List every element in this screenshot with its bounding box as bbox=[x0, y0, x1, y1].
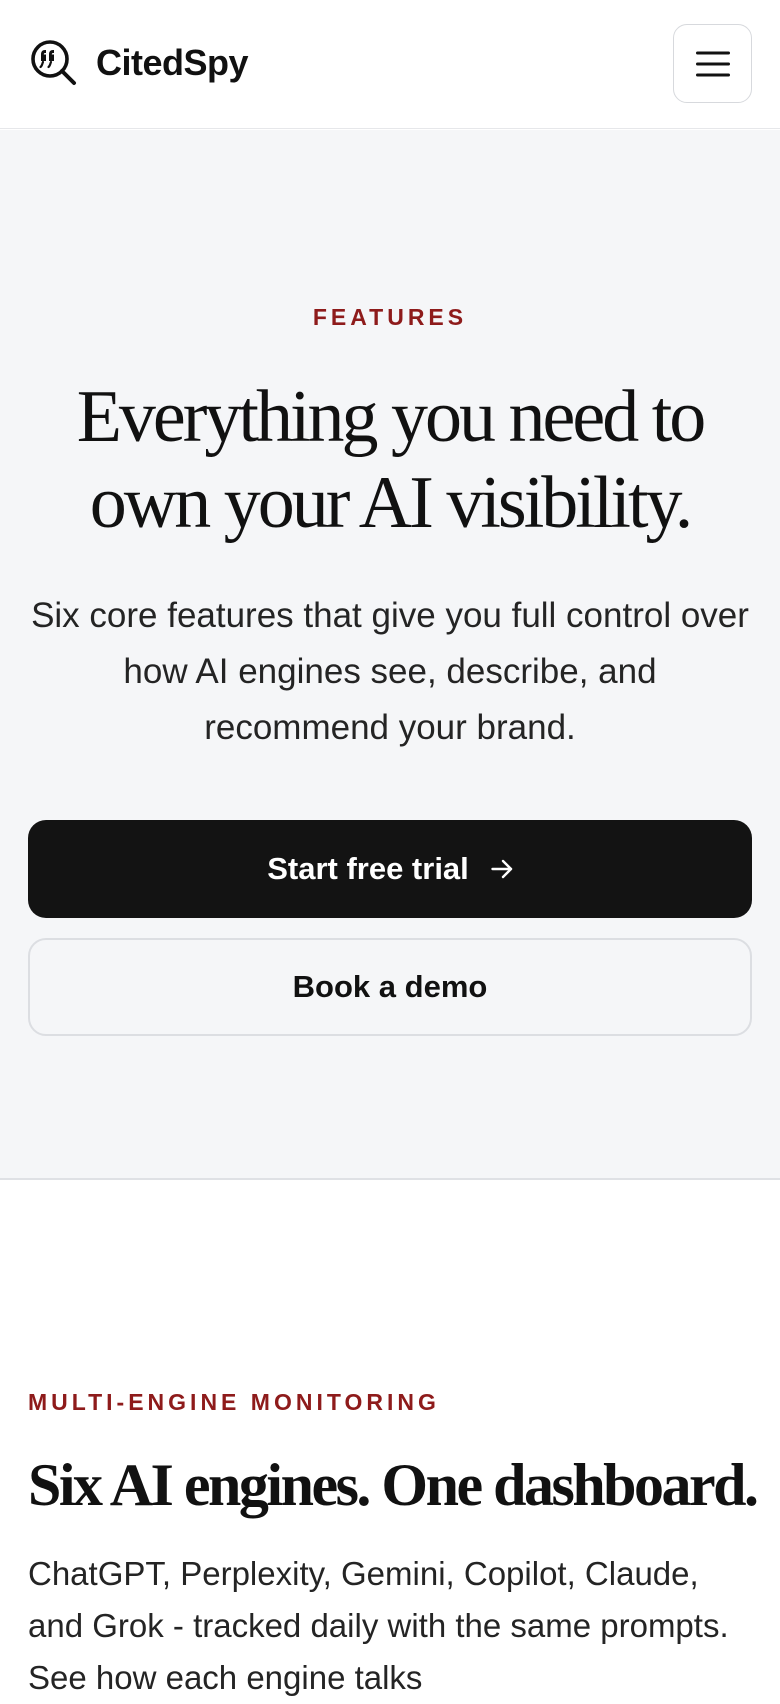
section-body: ChatGPT, Perplexity, Gemini, Copilot, Cl… bbox=[28, 1555, 729, 1696]
hero-title: Everything you need to own your AI visib… bbox=[76, 376, 707, 544]
arrow-right-icon bbox=[491, 859, 513, 879]
book-a-demo-button[interactable]: Book a demo bbox=[28, 938, 752, 1036]
section-eyebrow: MULTI-ENGINE MONITORING bbox=[28, 1389, 440, 1415]
hamburger-menu-icon bbox=[695, 51, 730, 76]
brand-logo[interactable]: CitedSpy bbox=[30, 39, 249, 87]
menu-button[interactable] bbox=[673, 24, 752, 103]
hero-eyebrow: FEATURES bbox=[312, 304, 468, 330]
brand-name: CitedSpy bbox=[96, 42, 249, 83]
features-hero: FEATURES Everything you need to own your… bbox=[0, 130, 780, 1180]
quote-magnifier-icon bbox=[31, 40, 76, 85]
start-free-trial-button[interactable]: Start free trial bbox=[28, 820, 752, 918]
start-free-trial-label: Start free trial bbox=[267, 851, 469, 886]
site-header: CitedSpy bbox=[0, 0, 780, 129]
section-title: Six AI engines. One dashboard. bbox=[28, 1452, 759, 1518]
hero-subtitle: Six core features that give you full con… bbox=[31, 596, 749, 747]
